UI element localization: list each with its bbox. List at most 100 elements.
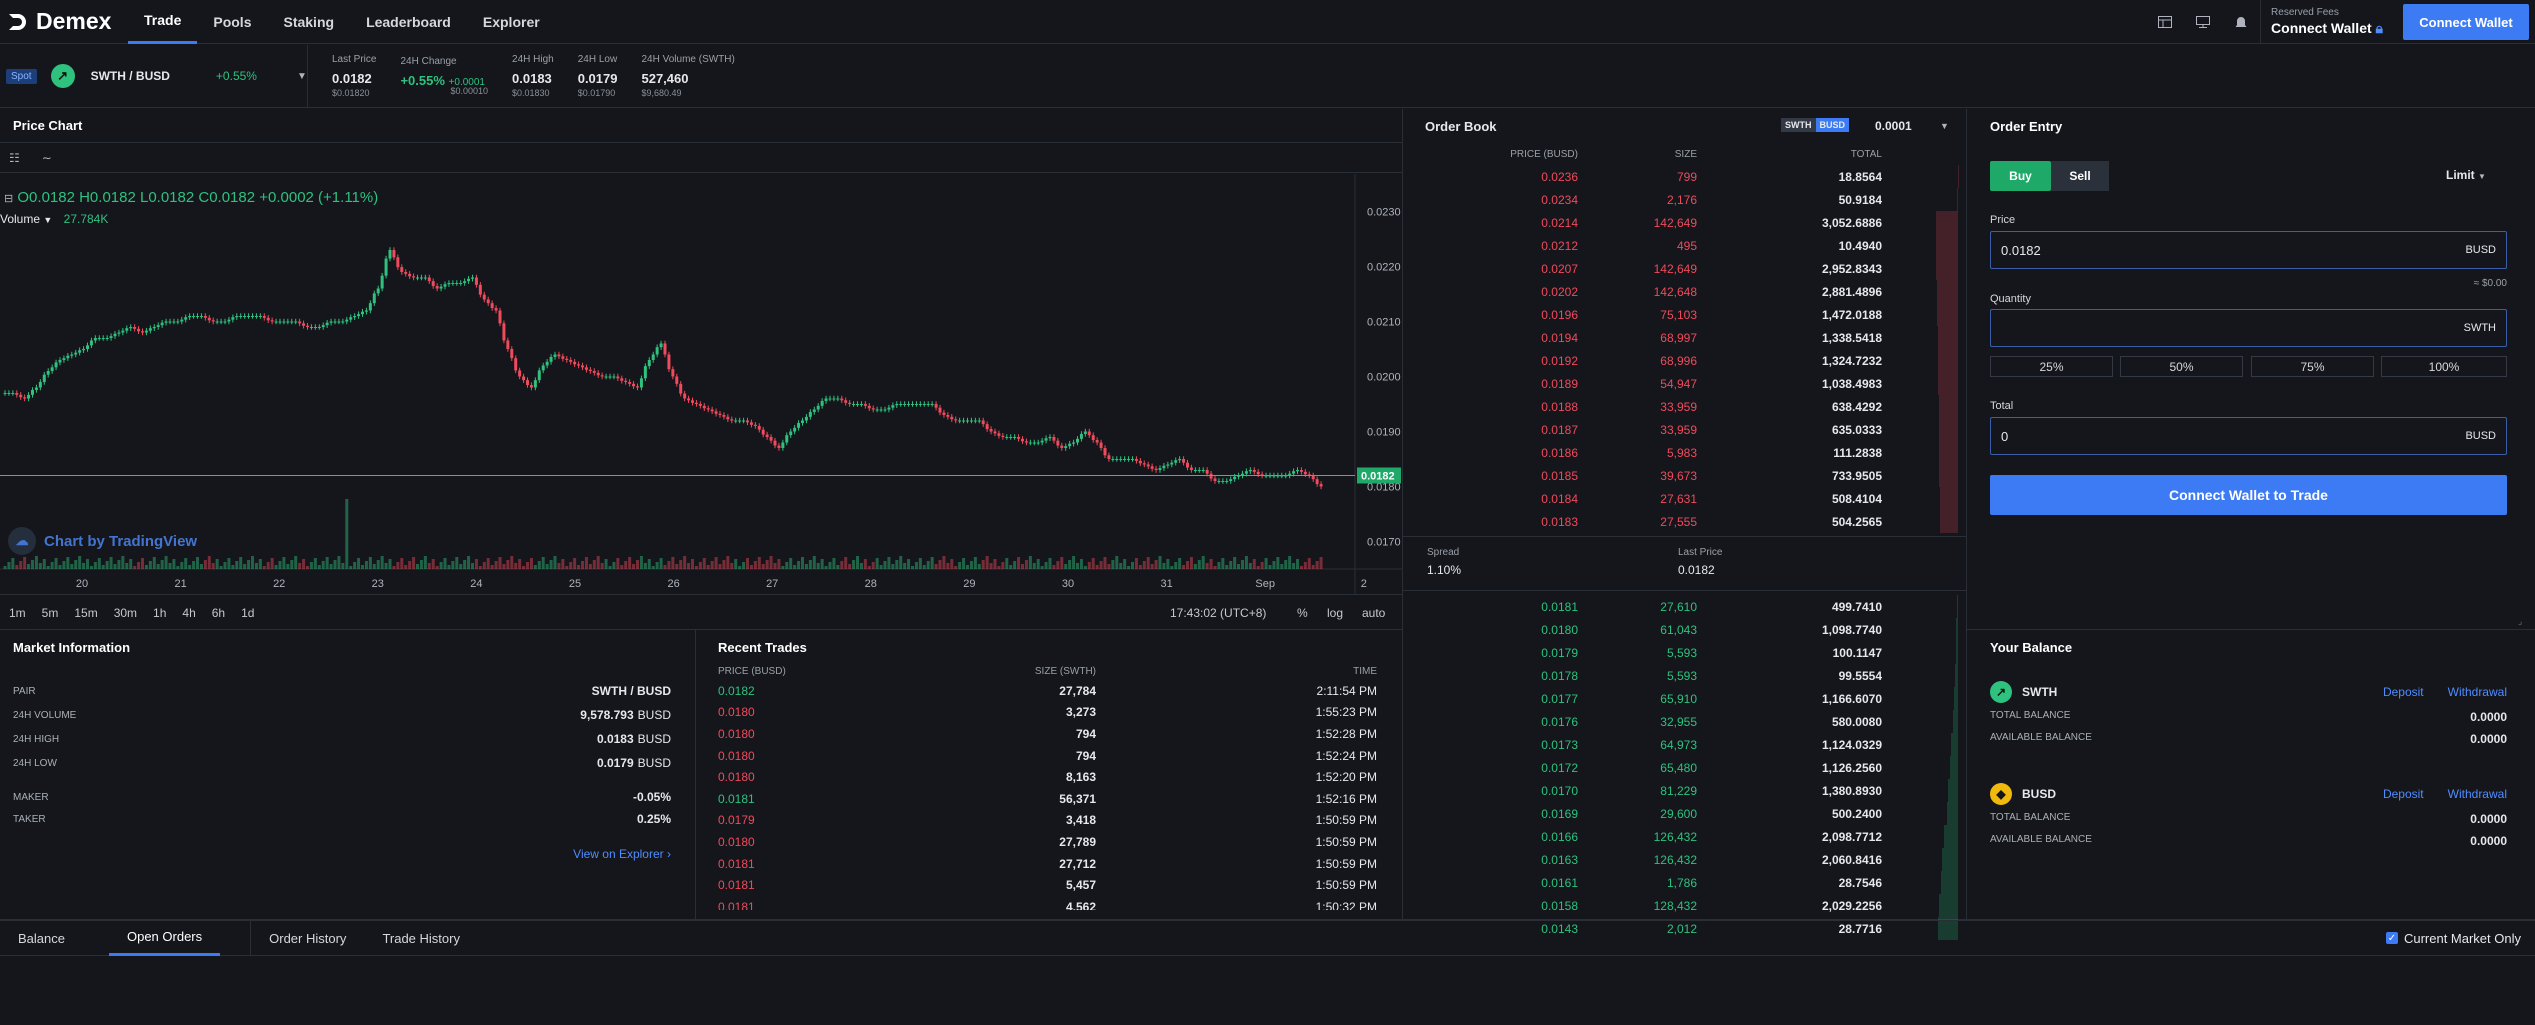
timeframe-5m[interactable]: 5m <box>42 606 59 620</box>
candle-body <box>1138 460 1142 464</box>
timeframe-1m[interactable]: 1m <box>9 606 26 620</box>
denom-base[interactable]: SWTH <box>1781 118 1816 132</box>
ask-row[interactable]: 0.0196 75,103 1,472.0188 <box>1403 303 1966 326</box>
connect-wallet-button[interactable]: Connect Wallet <box>2403 4 2529 40</box>
candlestick-chart[interactable]: 0.02300.02200.02100.02000.01900.01800.01… <box>0 174 1403 594</box>
timeframe-1d[interactable]: 1d <box>241 606 254 620</box>
bid-row[interactable]: 0.0169 29,600 500.2400 <box>1403 802 1966 825</box>
auto-toggle[interactable]: auto <box>1362 606 1385 620</box>
nav-staking[interactable]: Staking <box>267 0 350 44</box>
info-key: 24H LOW <box>13 757 57 769</box>
volume-bar <box>141 558 144 569</box>
pair-selector[interactable]: Spot ↗ SWTH / BUSD +0.55% ▼ <box>0 44 308 108</box>
bid-row[interactable]: 0.0166 126,432 2,098.7712 <box>1403 825 1966 848</box>
bid-row[interactable]: 0.0178 5,593 99.5554 <box>1403 664 1966 687</box>
chevron-down-icon[interactable]: ▼ <box>1940 121 1949 131</box>
bid-row[interactable]: 0.0158 128,432 2,029.2256 <box>1403 894 1966 917</box>
ask-row[interactable]: 0.0186 5,983 111.2838 <box>1403 441 1966 464</box>
collapse-icon[interactable]: ⊟ <box>4 193 13 205</box>
total-input[interactable]: 0 BUSD <box>1990 417 2507 455</box>
pct-75-button[interactable]: 75% <box>2251 356 2374 377</box>
pct-100-button[interactable]: 100% <box>2381 356 2507 377</box>
nav-trade[interactable]: Trade <box>128 0 198 44</box>
ask-row[interactable]: 0.0207 142,649 2,952.8343 <box>1403 257 1966 280</box>
ask-row[interactable]: 0.0214 142,649 3,052.6886 <box>1403 211 1966 234</box>
bid-row[interactable]: 0.0161 1,786 28.7546 <box>1403 871 1966 894</box>
tick-size-select[interactable]: 0.0001 <box>1875 119 1912 133</box>
ask-row[interactable]: 0.0236 799 18.8564 <box>1403 165 1966 188</box>
pct-25-button[interactable]: 25% <box>1990 356 2113 377</box>
timeframe-15m[interactable]: 15m <box>74 606 97 620</box>
timeframe-30m[interactable]: 30m <box>114 606 137 620</box>
connect-wallet-trade-button[interactable]: Connect Wallet to Trade <box>1990 475 2507 515</box>
candle-body <box>298 321 302 324</box>
current-market-only-toggle[interactable]: ✓ Current Market Only <box>2385 931 2521 946</box>
recent-trades-list[interactable]: 0.0182 27,784 2:11:54 PM 0.0180 3,273 1:55:23… <box>696 680 1402 910</box>
percent-toggle-icon[interactable]: % <box>1297 606 1308 620</box>
buy-button[interactable]: Buy <box>1990 161 2051 191</box>
timeframe-1h[interactable]: 1h <box>153 606 166 620</box>
tab-balance[interactable]: Balance <box>0 920 83 956</box>
bid-row[interactable]: 0.0163 126,432 2,060.8416 <box>1403 848 1966 871</box>
bell-icon[interactable] <box>2222 0 2260 44</box>
ask-row[interactable]: 0.0192 68,996 1,324.7232 <box>1403 349 1966 372</box>
bid-row[interactable]: 0.0181 27,610 499.7410 <box>1403 595 1966 618</box>
ask-row[interactable]: 0.0194 68,997 1,338.5418 <box>1403 326 1966 349</box>
deposit-link[interactable]: Deposit <box>2383 685 2424 699</box>
recent-trades-columns: PRICE (BUSD) SIZE (SWTH) TIME <box>696 664 1402 678</box>
available-balance-value: 0.0000 <box>2470 732 2507 746</box>
reserved-fees[interactable]: Reserved Fees Connect Wallet 🔒︎ <box>2260 0 2403 44</box>
indicator-icon[interactable]: ∼ <box>42 151 52 165</box>
timeframe-6h[interactable]: 6h <box>212 606 225 620</box>
denom-quote[interactable]: BUSD <box>1815 118 1850 132</box>
quantity-input[interactable]: SWTH <box>1990 309 2507 347</box>
tradingview-watermark[interactable]: ☁ Chart by TradingView <box>8 527 197 555</box>
network-icon[interactable] <box>2184 0 2222 44</box>
timeframe-4h[interactable]: 4h <box>182 606 195 620</box>
tab-trade-history[interactable]: Trade History <box>364 920 478 956</box>
bid-row[interactable]: 0.0172 65,480 1,126.2560 <box>1403 756 1966 779</box>
bid-row[interactable]: 0.0173 64,973 1,124.0329 <box>1403 733 1966 756</box>
volume-bar <box>946 563 950 569</box>
nav-pools[interactable]: Pools <box>197 0 267 44</box>
view-on-explorer-link[interactable]: View on Explorer › <box>573 847 671 861</box>
order-type-select[interactable]: Limit ▼ <box>2446 168 2486 182</box>
ask-row[interactable]: 0.0187 33,959 635.0333 <box>1403 418 1966 441</box>
ask-row[interactable]: 0.0188 33,959 638.4292 <box>1403 395 1966 418</box>
ask-row[interactable]: 0.0234 2,176 50.9184 <box>1403 188 1966 211</box>
candle-body <box>510 349 514 359</box>
candles-icon[interactable]: ☷ <box>9 151 20 165</box>
brand-logo[interactable]: Demex <box>0 8 128 35</box>
bid-row[interactable]: 0.0177 65,910 1,166.6070 <box>1403 687 1966 710</box>
log-toggle[interactable]: log <box>1327 606 1343 620</box>
volume-bar <box>109 557 113 569</box>
checkbox-checked-icon[interactable]: ✓ <box>2385 932 2398 944</box>
nav-leaderboard[interactable]: Leaderboard <box>350 0 467 44</box>
volume-caret-icon[interactable]: ▼ <box>43 215 52 225</box>
withdrawal-link[interactable]: Withdrawal <box>2448 787 2507 801</box>
deposit-link[interactable]: Deposit <box>2383 787 2424 801</box>
ob-total: 2,952.8343 <box>1821 261 1882 276</box>
ask-row[interactable]: 0.0189 54,947 1,038.4983 <box>1403 372 1966 395</box>
withdrawal-link[interactable]: Withdrawal <box>2448 685 2507 699</box>
price-input[interactable]: 0.0182 BUSD <box>1990 231 2507 269</box>
pct-50-button[interactable]: 50% <box>2120 356 2243 377</box>
ask-row[interactable]: 0.0183 27,555 504.2565 <box>1403 510 1966 533</box>
nav-explorer[interactable]: Explorer <box>467 0 556 44</box>
sell-button[interactable]: Sell <box>2051 161 2109 191</box>
tab-open-orders[interactable]: Open Orders <box>108 920 221 956</box>
bid-row[interactable]: 0.0179 5,593 100.1147 <box>1403 641 1966 664</box>
volume-bar <box>801 557 804 569</box>
ask-row[interactable]: 0.0184 27,631 508.4104 <box>1403 487 1966 510</box>
candle-body <box>333 321 337 323</box>
bid-row[interactable]: 0.0176 32,955 580.0080 <box>1403 710 1966 733</box>
bid-row[interactable]: 0.0180 61,043 1,098.7740 <box>1403 618 1966 641</box>
ask-row[interactable]: 0.0212 495 10.4940 <box>1403 234 1966 257</box>
ask-row[interactable]: 0.0185 39,673 733.9505 <box>1403 464 1966 487</box>
ask-row[interactable]: 0.0202 142,648 2,881.4896 <box>1403 280 1966 303</box>
resize-handle-icon[interactable]: ⌟ <box>2518 616 2522 627</box>
denomination-toggle[interactable]: SWTH BUSD <box>1781 118 1850 132</box>
bid-row[interactable]: 0.0170 81,229 1,380.8930 <box>1403 779 1966 802</box>
tab-order-history[interactable]: Order History <box>250 920 364 956</box>
layout-icon[interactable] <box>2146 0 2184 44</box>
